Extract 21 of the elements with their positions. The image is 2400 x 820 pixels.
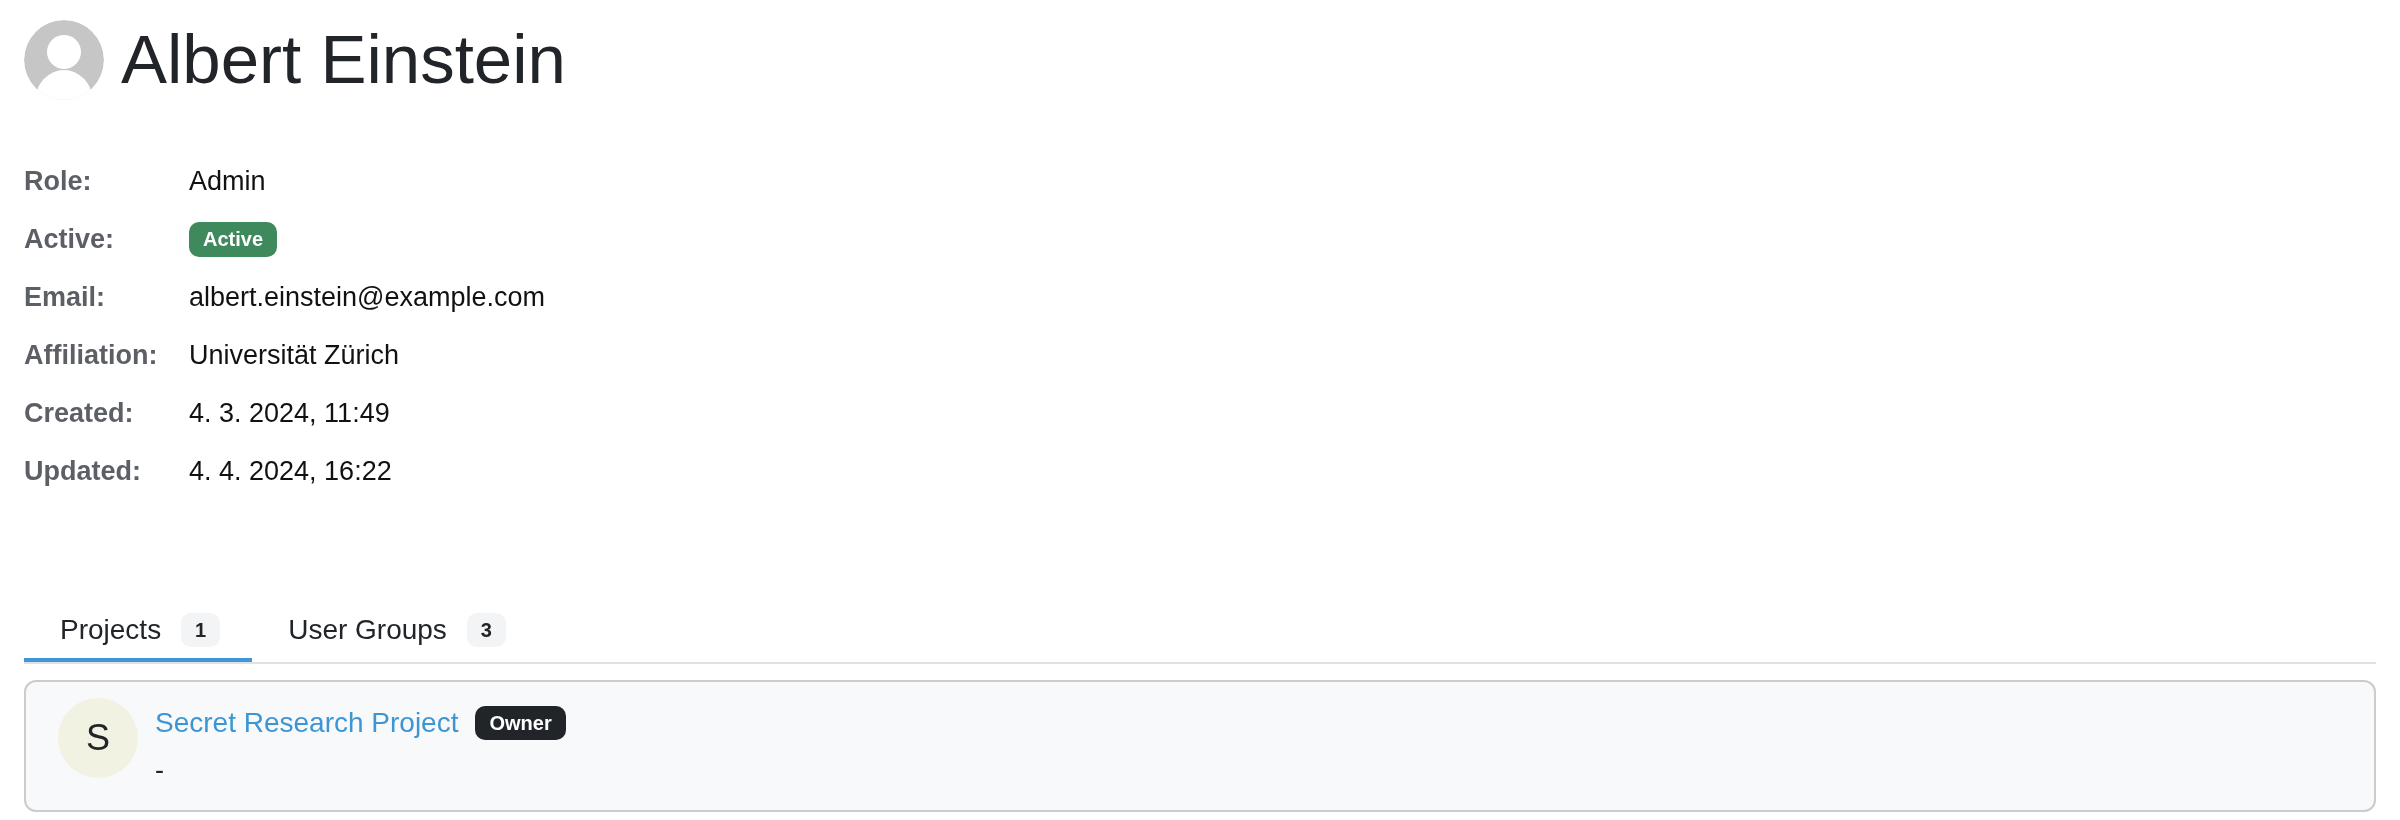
detail-label: Role: <box>24 164 93 198</box>
count-badge: 3 <box>466 613 506 647</box>
status-badge: Active <box>189 221 278 257</box>
detail-value: 4. 4. 2024, 16:22 <box>189 454 392 488</box>
count-badge: 1 <box>181 613 221 647</box>
detail-label: Affiliation: <box>24 338 159 372</box>
project-description: - <box>155 754 165 787</box>
tab[interactable]: Projects 1 <box>24 598 253 662</box>
detail-value: Admin <box>189 164 266 198</box>
detail-label: Updated: <box>24 454 142 488</box>
detail-value: 4. 3. 2024, 11:49 <box>189 396 390 430</box>
detail-label: Created: <box>24 396 135 430</box>
detail-label: Email: <box>24 280 107 314</box>
detail-value: albert.einstein@example.com <box>189 280 546 314</box>
role-badge: Owner <box>475 706 566 740</box>
project-avatar: S <box>58 698 138 778</box>
user-name: Albert Einstein <box>121 20 566 100</box>
avatar-icon <box>24 20 104 100</box>
detail-value: Universität Zürich <box>189 338 400 372</box>
detail-label: Active: <box>24 222 116 256</box>
tab[interactable]: User Groups 3 <box>252 598 538 662</box>
